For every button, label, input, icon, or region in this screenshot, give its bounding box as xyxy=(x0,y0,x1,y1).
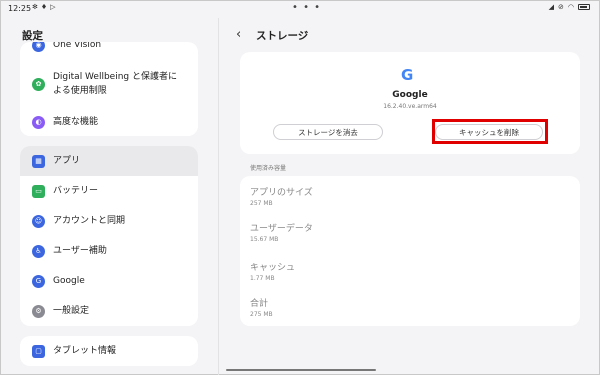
sidebar-item-apps[interactable]: ▦ アプリ xyxy=(20,153,198,169)
usage-row-app-size: アプリのサイズ 257 MB xyxy=(250,188,313,207)
usage-row-user-data: ユーザーデータ 15.67 MB xyxy=(250,224,313,243)
status-left-icons: ✻ ♦ ▷ xyxy=(32,3,56,11)
status-bar: 12:25 ✻ ♦ ▷ • • • ◢ ⊘ ◠ xyxy=(0,0,600,18)
general-settings-icon: ⚙ xyxy=(32,304,45,318)
play-store-small-icon: ▷ xyxy=(50,3,56,11)
usage-row-total: 合計 275 MB xyxy=(250,299,273,318)
settings-small-icon: ✻ xyxy=(32,3,38,11)
vision-icon: ◉ xyxy=(32,42,45,52)
page-title: ストレージ xyxy=(256,30,309,42)
sidebar-item-battery[interactable]: ▭ バッテリー xyxy=(20,183,198,199)
status-center-dots: • • • xyxy=(292,2,322,13)
sidebar-item-one-vision[interactable]: ◉ One Vision xyxy=(20,42,198,52)
sidebar-item-google[interactable]: G Google xyxy=(20,273,198,289)
sidebar-item-digital-wellbeing[interactable]: ✿ Digital Wellbeing と保護者に よる使用制限 xyxy=(20,69,198,99)
settings-card-1: ◉ One Vision ✿ Digital Wellbeing と保護者に よ… xyxy=(20,42,198,136)
clear-storage-button[interactable]: ストレージを消去 xyxy=(273,124,383,140)
tablet-info-icon: ▢ xyxy=(32,344,45,358)
battery-icon: ▭ xyxy=(32,184,45,198)
apps-icon: ▦ xyxy=(32,154,45,168)
back-arrow-icon[interactable]: ‹ xyxy=(236,27,241,42)
google-logo-icon: G xyxy=(401,66,414,84)
sidebar-item-tablet-info[interactable]: ▢ タブレット情報 xyxy=(20,343,198,359)
app-version: 16.2.40.ve.arm64 xyxy=(383,103,437,110)
sidebar-item-advanced-features[interactable]: ◐ 高度な機能 xyxy=(20,114,198,130)
app-name: Google xyxy=(392,90,428,100)
accessibility-icon: ♿ xyxy=(32,244,45,258)
sidebar-item-accounts[interactable]: ☺ アカウントと同期 xyxy=(20,213,198,229)
google-icon: G xyxy=(32,274,45,288)
status-right-icons: ◢ ⊘ ◠ xyxy=(549,3,590,11)
storage-usage-card: アプリのサイズ 257 MB ユーザーデータ 15.67 MB キャッシュ 1.… xyxy=(240,176,580,326)
settings-card-3: ▢ タブレット情報 xyxy=(20,336,198,366)
battery-status-icon xyxy=(578,4,590,10)
status-time: 12:25 xyxy=(8,4,32,13)
home-indicator[interactable] xyxy=(226,369,376,371)
sidebar-item-general-settings[interactable]: ⚙ 一般設定 xyxy=(20,303,198,319)
settings-card-2-items: ▦ アプリ ▭ バッテリー ☺ アカウントと同期 ♿ ユーザー補助 G Goog… xyxy=(20,146,198,326)
mute-icon: ⊘ xyxy=(558,3,564,11)
annotation-highlight-box xyxy=(432,119,548,144)
wifi-small-icon: ♦ xyxy=(40,3,48,11)
pane-divider xyxy=(218,18,219,375)
sidebar-item-accessibility[interactable]: ♿ ユーザー補助 xyxy=(20,243,198,259)
account-icon: ☺ xyxy=(32,214,45,228)
usage-row-cache: キャッシュ 1.77 MB xyxy=(250,263,296,282)
location-icon: ◢ xyxy=(548,3,555,11)
settings-title: 設定 xyxy=(22,30,43,42)
wellbeing-icon: ✿ xyxy=(32,77,45,91)
advanced-features-icon: ◐ xyxy=(32,115,45,129)
wifi-icon: ◠ xyxy=(567,3,574,11)
section-label-used-storage: 使用済み容量 xyxy=(250,165,287,172)
